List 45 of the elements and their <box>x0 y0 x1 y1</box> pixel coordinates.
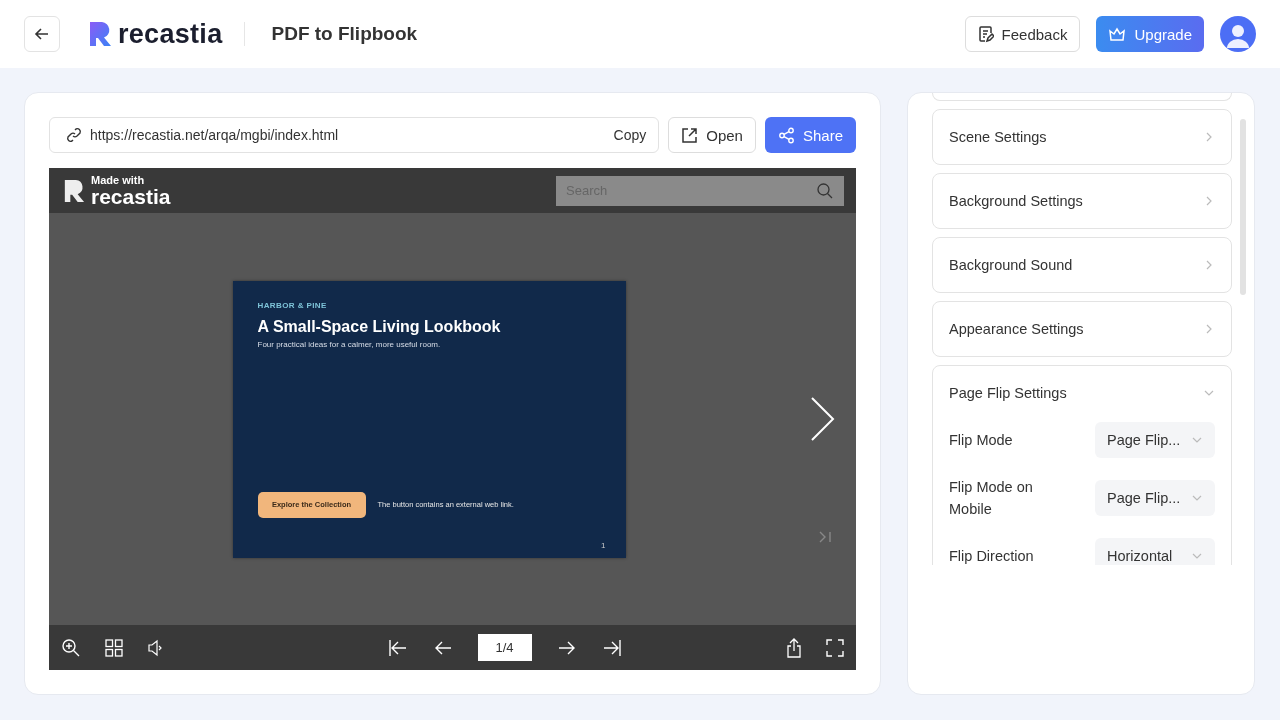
share-icon[interactable] <box>786 637 802 658</box>
grid-icon[interactable] <box>105 638 123 657</box>
open-button[interactable]: Open <box>668 117 756 153</box>
feedback-button[interactable]: Feedback <box>964 16 1081 52</box>
page-indicator[interactable]: 1/4 <box>477 634 532 661</box>
search-icon[interactable] <box>816 181 834 200</box>
brand-label: HARBOR & PINE <box>257 300 328 310</box>
logo-wordmark: recastia <box>118 18 223 50</box>
back-button[interactable] <box>24 16 60 52</box>
logo-wordmark: recastia <box>91 185 171 207</box>
logo-icon <box>88 20 112 48</box>
first-page-icon[interactable] <box>387 638 408 657</box>
scrollbar[interactable] <box>1240 119 1246 295</box>
option-dropdown[interactable]: Page Flip... <box>1095 480 1215 516</box>
page-heading: A Small-Space Living Lookbook <box>257 317 502 336</box>
link-icon <box>66 127 82 143</box>
feedback-icon <box>977 25 994 43</box>
section-header[interactable]: Page Flip Settings <box>933 366 1231 420</box>
option-dropdown[interactable]: Horizontal <box>1095 538 1215 565</box>
next-page-icon[interactable] <box>810 396 836 442</box>
url-text: https://recastia.net/arqa/mgbi/index.html <box>90 127 340 143</box>
share-icon <box>777 126 795 144</box>
zoom-in-icon[interactable] <box>61 637 81 658</box>
made-with-label: Made with <box>91 174 146 186</box>
sound-icon[interactable] <box>147 638 163 657</box>
upgrade-button[interactable]: Upgrade <box>1096 16 1204 52</box>
section-header[interactable]: Scene Settings <box>933 110 1231 164</box>
section-header[interactable]: Appearance Settings <box>933 302 1231 356</box>
option-label: Flip Mode on Mobile <box>949 478 1034 519</box>
option-label: Flip Mode <box>949 431 1014 450</box>
section-header[interactable]: Background Settings <box>933 174 1231 228</box>
page-number: 1 <box>601 540 606 550</box>
logo-icon <box>63 177 85 204</box>
page-title: PDF to Flipbook <box>271 23 418 45</box>
section-header[interactable]: Background Sound <box>933 238 1231 292</box>
fullscreen-icon[interactable] <box>826 638 844 657</box>
page-subtitle: Four practical ideas for a calmer, more useful room. <box>257 339 442 349</box>
avatar-icon[interactable] <box>1220 16 1256 52</box>
crown-icon <box>1108 26 1127 42</box>
url-field[interactable]: https://recastia.net/arqa/mgbi/index.html Copy <box>49 117 660 153</box>
external-link-icon <box>681 126 699 144</box>
copy-button[interactable]: Copy <box>613 127 647 143</box>
option-label: Flip Direction <box>949 547 1035 565</box>
share-button[interactable]: Share <box>764 117 856 153</box>
option-dropdown[interactable]: Page Flip... <box>1095 422 1215 458</box>
